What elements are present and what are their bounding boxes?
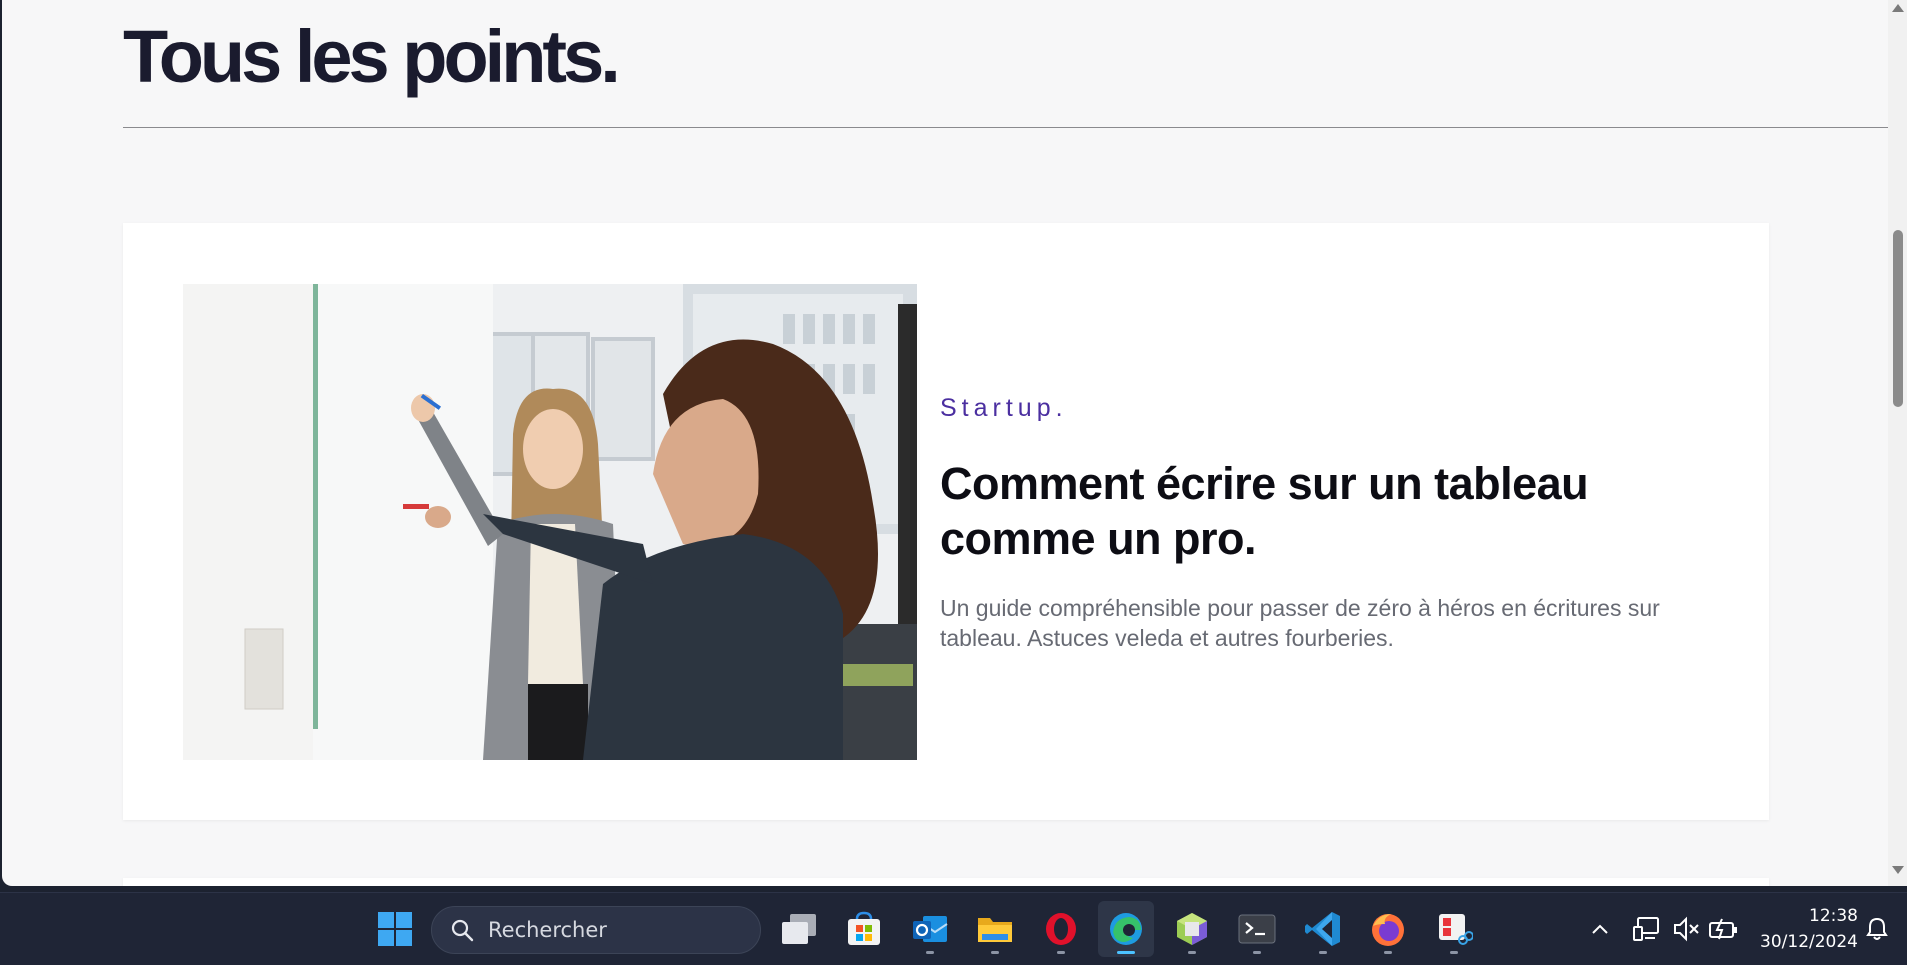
- snipping-tool-button[interactable]: [1426, 901, 1482, 957]
- terminal-button[interactable]: [1229, 901, 1285, 957]
- scroll-thumb[interactable]: [1893, 230, 1903, 407]
- firefox-running-indicator: [1384, 951, 1392, 954]
- phpstorm-button[interactable]: [1164, 901, 1220, 957]
- edge-button[interactable]: [1098, 901, 1154, 957]
- microsoft-store-icon: [848, 911, 880, 945]
- vscode-button[interactable]: [1295, 901, 1351, 957]
- task-view-button[interactable]: [771, 901, 827, 957]
- show-hidden-icons-button[interactable]: [1587, 911, 1613, 947]
- network-status-button[interactable]: [1632, 911, 1662, 947]
- web-page: Tous les points. Startup. Comment écrire…: [2, 0, 1888, 886]
- firefox-icon: [1372, 914, 1404, 946]
- microsoft-store-button[interactable]: [836, 901, 892, 957]
- page-scrollbar[interactable]: [1888, 0, 1907, 886]
- file-explorer-running-indicator: [991, 951, 999, 954]
- start-button[interactable]: [367, 901, 423, 957]
- windows-start-icon: [378, 912, 412, 946]
- network-icon: [1633, 917, 1659, 941]
- opera-button[interactable]: [1033, 901, 1089, 957]
- next-article-card[interactable]: [123, 878, 1769, 886]
- search-placeholder: Rechercher: [488, 918, 607, 942]
- terminal-running-indicator: [1253, 951, 1261, 954]
- title-divider: [123, 127, 1888, 128]
- outlook-icon: [913, 916, 948, 942]
- clock-date: 30/12/2024: [1760, 932, 1858, 952]
- snipping-tool-running-indicator: [1450, 951, 1458, 954]
- task-view-icon: [782, 914, 816, 944]
- file-explorer-button[interactable]: [967, 901, 1023, 957]
- firefox-button[interactable]: [1360, 901, 1416, 957]
- volume-muted-icon: [1674, 916, 1699, 942]
- phpstorm-running-indicator: [1188, 951, 1196, 954]
- battery-button[interactable]: [1706, 911, 1740, 947]
- taskbar-search[interactable]: Rechercher: [431, 906, 761, 954]
- opera-running-indicator: [1057, 951, 1065, 954]
- search-icon: [451, 919, 474, 942]
- edge-icon: [1110, 913, 1142, 945]
- outlook-button[interactable]: [902, 901, 958, 957]
- page-title: Tous les points.: [123, 15, 621, 98]
- volume-button[interactable]: [1671, 911, 1701, 947]
- file-explorer-icon: [978, 918, 1012, 942]
- outlook-running-indicator: [926, 951, 934, 954]
- article-excerpt: Un guide compréhensible pour passer de z…: [940, 595, 1660, 651]
- vscode-running-indicator: [1319, 951, 1327, 954]
- article-headline[interactable]: Comment écrire sur un tableau comme un p…: [940, 456, 1720, 566]
- scroll-down-arrow-icon[interactable]: [1892, 866, 1904, 874]
- terminal-icon: [1238, 914, 1276, 944]
- scroll-up-arrow-icon[interactable]: [1892, 4, 1904, 12]
- edge-active-indicator: [1117, 951, 1135, 954]
- clock-time: 12:38: [1809, 906, 1858, 926]
- vscode-icon: [1305, 912, 1340, 946]
- battery-charging-icon: [1709, 918, 1737, 940]
- windows-taskbar: Rechercher 12:38 30/12/2024: [0, 892, 1907, 965]
- opera-icon: [1046, 913, 1076, 945]
- bell-icon: [1866, 917, 1888, 940]
- article-image[interactable]: [183, 284, 917, 760]
- chevron-up-icon: [1592, 924, 1608, 934]
- snipping-tool-icon: [1439, 914, 1473, 945]
- article-card[interactable]: Startup. Comment écrire sur un tableau c…: [123, 223, 1769, 820]
- browser-viewport: Tous les points. Startup. Comment écrire…: [0, 0, 1907, 892]
- notifications-button[interactable]: [1862, 911, 1892, 947]
- system-clock[interactable]: 12:38 30/12/2024: [1748, 903, 1858, 955]
- phpstorm-icon: [1177, 913, 1207, 945]
- article-category[interactable]: Startup.: [940, 394, 1068, 423]
